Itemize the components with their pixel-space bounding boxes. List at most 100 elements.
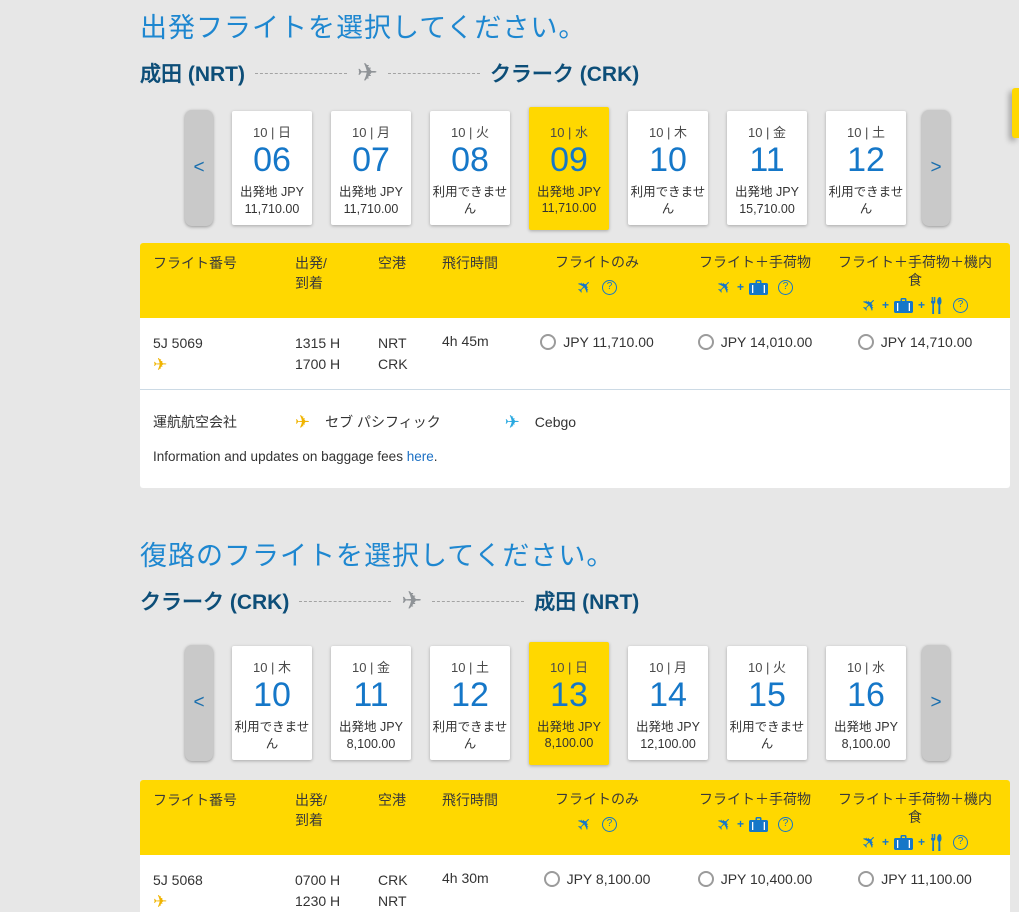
- fare-radio[interactable]: [698, 871, 714, 887]
- fare-flight-bag-meal-cell: JPY 11,100.00: [833, 870, 997, 912]
- plane-icon: ✈: [713, 275, 736, 298]
- help-icon[interactable]: ?: [602, 280, 617, 295]
- flight-row: 5J 5069 ✈ 1315 H1700 H NRTCRK 4h 45m JPY…: [140, 318, 1010, 383]
- fare-price: JPY 11,100.00: [881, 871, 972, 888]
- col-fare-flight-bag: フライト＋手荷物 ✈ + ?: [677, 253, 833, 318]
- date-card[interactable]: 10 | 金 11 出発地 JPY15,710.00: [727, 111, 807, 225]
- page-content: 出発フライトを選択してください。 成田 (NRT) ✈ クラーク (CRK) <…: [140, 0, 1010, 912]
- edge-widget[interactable]: [1012, 88, 1019, 138]
- airline-plane-icon: ✈: [153, 354, 295, 375]
- date-card-monthday: 10 | 火: [748, 657, 786, 676]
- help-icon[interactable]: ?: [778, 280, 793, 295]
- cebu-pacific-plane-icon: ✈: [295, 413, 310, 431]
- col-dep-arr: 出発/到着: [295, 790, 378, 855]
- briefcase-icon: [894, 835, 913, 850]
- date-card-day: 08: [451, 141, 489, 179]
- date-card[interactable]: 10 | 木 10 利用できません: [232, 646, 312, 760]
- help-icon[interactable]: ?: [778, 817, 793, 832]
- fare-radio[interactable]: [698, 334, 714, 350]
- fare-radio[interactable]: [540, 334, 556, 350]
- outbound-date-carousel: < 10 | 日 06 出発地 JPY11,710.00 10 | 月 07 出…: [185, 105, 951, 231]
- date-card-selected[interactable]: 10 | 水 09 出発地 JPY11,710.00: [529, 107, 609, 230]
- route-dash-line: [388, 73, 480, 74]
- plane-icon: ✈: [573, 812, 596, 835]
- date-card[interactable]: 10 | 月 07 出発地 JPY11,710.00: [331, 111, 411, 225]
- utensils-icon: [930, 834, 943, 851]
- help-icon[interactable]: ?: [953, 298, 968, 313]
- date-card[interactable]: 10 | 土 12 利用できません: [826, 111, 906, 225]
- return-flight-table: フライト番号 出発/到着 空港 飛行時間 フライトのみ ✈ ? フライト＋手荷物: [140, 780, 1010, 912]
- airports-cell: CRKNRT: [378, 870, 442, 912]
- date-card-selected[interactable]: 10 | 日 13 出発地 JPY8,100.00: [529, 642, 609, 765]
- airline-plane-icon: ✈: [153, 891, 295, 912]
- outbound-title: 出発フライトを選択してください。: [140, 6, 1010, 45]
- fare-radio[interactable]: [858, 871, 874, 887]
- date-card-monthday: 10 | 日: [550, 657, 588, 676]
- date-card-day: 07: [352, 141, 390, 179]
- date-card-day: 16: [847, 676, 885, 714]
- plus-icon: +: [918, 836, 925, 848]
- route-destination: クラーク (CRK): [490, 58, 639, 88]
- date-card[interactable]: 10 | 月 14 出発地 JPY12,100.00: [628, 646, 708, 760]
- date-card-price: 出発地 JPY8,100.00: [832, 719, 900, 753]
- date-card[interactable]: 10 | 金 11 出発地 JPY8,100.00: [331, 646, 411, 760]
- date-card[interactable]: 10 | 火 15 利用できません: [727, 646, 807, 760]
- col-fare-flight-bag-meal: フライト＋手荷物＋機内食 ✈ + + ?: [833, 790, 997, 855]
- fare-flight-bag-cell: JPY 14,010.00: [677, 333, 833, 375]
- date-card-price: 利用できません: [232, 719, 312, 753]
- plus-icon: +: [918, 299, 925, 311]
- plane-icon: ✈: [858, 830, 881, 853]
- duration-cell: 4h 30m: [442, 870, 517, 912]
- date-card[interactable]: 10 | 木 10 利用できません: [628, 111, 708, 225]
- date-card-day: 09: [550, 141, 588, 179]
- date-card-day: 12: [451, 676, 489, 714]
- baggage-fees-link[interactable]: here: [407, 449, 434, 464]
- fare-flight-only-cell: JPY 8,100.00: [517, 870, 677, 912]
- date-card-monthday: 10 | 月: [352, 122, 390, 141]
- col-airport: 空港: [378, 790, 442, 855]
- fare-radio[interactable]: [858, 334, 874, 350]
- date-card-price: 出発地 JPY8,100.00: [535, 719, 603, 753]
- help-icon[interactable]: ?: [953, 835, 968, 850]
- fare-price: JPY 14,010.00: [721, 334, 813, 351]
- prev-dates-button[interactable]: <: [185, 110, 213, 226]
- route-dash-line: [255, 73, 347, 74]
- plus-icon: +: [882, 836, 889, 848]
- date-card-monthday: 10 | 金: [748, 122, 786, 141]
- return-title: 復路のフライトを選択してください。: [140, 534, 1010, 573]
- col-flight-number: フライト番号: [153, 253, 295, 318]
- fare-flight-only-cell: JPY 11,710.00: [517, 333, 677, 375]
- flight-row: 5J 5068 ✈ 0700 H1230 H CRKNRT 4h 30m JPY…: [140, 855, 1010, 912]
- date-card[interactable]: 10 | 土 12 利用できません: [430, 646, 510, 760]
- date-card-monthday: 10 | 水: [550, 122, 588, 141]
- date-card[interactable]: 10 | 水 16 出発地 JPY8,100.00: [826, 646, 906, 760]
- times-cell: 1315 H1700 H: [295, 333, 378, 375]
- date-card-monthday: 10 | 土: [451, 657, 489, 676]
- next-dates-button[interactable]: >: [922, 645, 950, 761]
- outbound-section: 出発フライトを選択してください。 成田 (NRT) ✈ クラーク (CRK) <…: [140, 6, 1010, 488]
- date-card-price: 利用できません: [430, 184, 510, 218]
- col-flight-number: フライト番号: [153, 790, 295, 855]
- operator-name: セブ パシフィック: [325, 412, 441, 432]
- briefcase-icon: [749, 817, 768, 832]
- baggage-fees-note: Information and updates on baggage fees …: [140, 432, 1010, 464]
- plane-icon: ✈: [357, 61, 378, 86]
- help-icon[interactable]: ?: [602, 817, 617, 832]
- route-dash-line: [432, 601, 524, 602]
- plus-icon: +: [737, 818, 744, 830]
- plus-icon: +: [737, 281, 744, 293]
- date-card-price: 出発地 JPY11,710.00: [238, 184, 306, 218]
- flight-number-cell: 5J 5069 ✈: [153, 333, 295, 375]
- date-cards: 10 | 日 06 出発地 JPY11,710.00 10 | 月 07 出発地…: [232, 107, 906, 230]
- date-card[interactable]: 10 | 日 06 出発地 JPY11,710.00: [232, 111, 312, 225]
- next-dates-button[interactable]: >: [922, 110, 950, 226]
- date-card-price: 出発地 JPY12,100.00: [634, 719, 702, 753]
- cebgo-plane-icon: ✈: [505, 413, 520, 431]
- operator-label: 運航航空会社: [153, 412, 295, 432]
- date-card[interactable]: 10 | 火 08 利用できません: [430, 111, 510, 225]
- date-card-day: 14: [649, 676, 687, 714]
- prev-dates-button[interactable]: <: [185, 645, 213, 761]
- fare-radio[interactable]: [544, 871, 560, 887]
- date-card-price: 利用できません: [826, 184, 906, 218]
- date-card-price: 利用できません: [727, 719, 807, 753]
